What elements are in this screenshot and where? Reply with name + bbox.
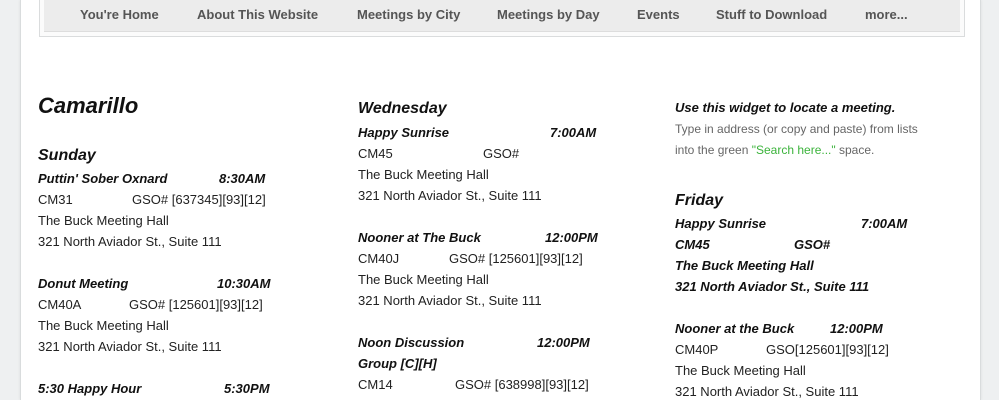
meeting-name: Puttin' Sober Oxnard [38,171,168,186]
meeting-time: 10:30AM [217,276,271,291]
meeting-gso: GSO# [637345][93][12] [132,192,266,207]
meeting-address: 321 North Aviador St., Suite 111 [675,384,859,399]
nav-item-home[interactable]: You're Home [80,7,159,22]
nav-item-meetings-by-city[interactable]: Meetings by City [357,7,460,22]
widget-text: space. [835,143,875,157]
nav-item-more[interactable]: more... [865,7,908,22]
widget-instructions: Type in address (or copy and paste) from… [675,122,918,136]
meeting-name: Donut Meeting [38,276,129,291]
meeting-place: The Buck Meeting Hall [675,363,806,378]
nav-item-meetings-by-day[interactable]: Meetings by Day [497,7,600,22]
meeting-gso: GSO# [638998][93][12] [455,377,589,392]
meeting-address: 321 North Aviador St., Suite 111 [675,279,870,294]
meeting-time: 7:00AM [861,216,908,231]
nav-frame: You're Home About This Website Meetings … [39,0,965,37]
meeting-code: CM14 [358,377,393,392]
meeting-code: CM31 [38,192,73,207]
nav-item-events[interactable]: Events [637,7,680,22]
day-title-sunday: Sunday [38,147,96,164]
meeting-address: 321 North Aviador St., Suite 111 [38,234,222,249]
meeting-gso: GSO[125601][93][12] [766,342,889,357]
widget-instructions-line2: into the green "Search here..." space. [675,142,874,158]
meeting-address: 321 North Aviador St., Suite 111 [358,188,542,203]
meeting-name: 5:30 Happy Hour [38,381,142,396]
search-here-hint: "Search here..." [751,143,836,157]
meeting-place: The Buck Meeting Hall [38,213,169,228]
meeting-time: 12:00PM [545,230,598,245]
meeting-time: 7:00AM [550,125,597,140]
meeting-code: CM40A [38,297,82,312]
meeting-code: CM40P [675,342,719,357]
nav-item-about[interactable]: About This Website [197,7,318,22]
meeting-address: 321 North Aviador St., Suite 111 [358,293,542,308]
meeting-code: CM40J [358,251,400,266]
nav-item-downloads[interactable]: Stuff to Download [716,7,827,22]
day-title-friday: Friday [675,192,724,209]
meeting-gso: GSO# [483,146,520,161]
city-title: Camarillo [38,93,139,118]
meeting-time: 8:30AM [219,171,266,186]
meeting-place: The Buck Meeting Hall [38,318,169,333]
meeting-name: Nooner at the Buck [675,321,795,336]
meeting-time: 12:00PM [830,321,883,336]
meeting-time: 12:00PM [537,335,590,350]
main-nav: You're Home About This Website Meetings … [44,0,960,32]
meeting-time: 5:30PM [224,381,270,396]
meeting-name: Happy Sunrise [675,216,767,231]
meeting-code: CM45 [675,237,710,252]
meeting-place: The Buck Meeting Hall [358,272,489,287]
widget-title: Use this widget to locate a meeting. [675,100,896,115]
meeting-gso: GSO# [794,237,831,252]
page-container: You're Home About This Website Meetings … [20,0,981,400]
meeting-name-line2: Group [C][H] [358,356,437,371]
meeting-name: Nooner at The Buck [358,230,481,245]
meeting-name: Noon Discussion [358,335,465,350]
widget-text: into the green [675,143,752,157]
meeting-gso: GSO# [125601][93][12] [449,251,583,266]
day-title-wednesday: Wednesday [358,100,447,117]
meeting-place: The Buck Meeting Hall [358,167,489,182]
meeting-gso: GSO# [125601][93][12] [129,297,263,312]
meeting-code: CM45 [358,146,393,161]
meeting-address: 321 North Aviador St., Suite 111 [38,339,222,354]
meeting-name: Happy Sunrise [358,125,450,140]
meeting-place: The Buck Meeting Hall [675,258,814,273]
